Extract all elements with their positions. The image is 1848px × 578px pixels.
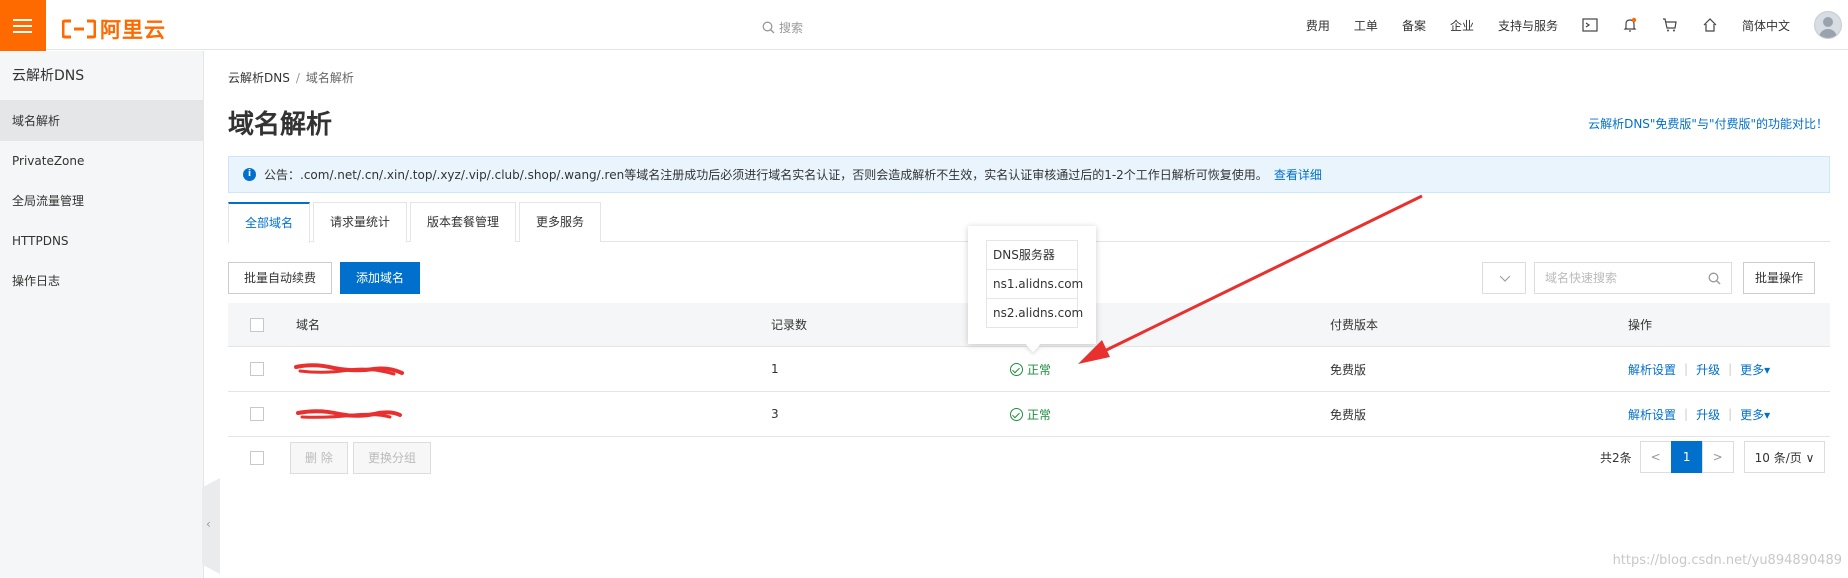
version-text: 免费版 <box>1330 407 1367 422</box>
upgrade-link[interactable]: 升级 <box>1696 406 1720 423</box>
top-nav: 费用 工单 备案 企业 支持与服务 简体中文 <box>1306 0 1848 50</box>
home-icon[interactable] <box>1702 17 1718 33</box>
group-select[interactable] <box>1482 262 1526 294</box>
bell-icon[interactable] <box>1622 17 1638 33</box>
status-badge: 正常 <box>1010 392 1051 436</box>
search-icon <box>1708 272 1721 285</box>
select-all-checkbox[interactable] <box>250 317 264 332</box>
check-circle-icon <box>1010 362 1023 376</box>
avatar[interactable] <box>1814 11 1842 39</box>
global-search-placeholder: 搜索 <box>779 21 804 35</box>
more-dropdown[interactable]: 更多▾ <box>1740 406 1770 423</box>
sidebar: 云解析DNS 域名解析 PrivateZone 全局流量管理 HTTPDNS 操… <box>0 51 204 578</box>
version-text: 免费版 <box>1330 362 1367 377</box>
add-domain-button[interactable]: 添加域名 <box>340 262 421 294</box>
more-dropdown[interactable]: 更多▾ <box>1740 361 1770 378</box>
status-text: 正常 <box>1027 362 1052 377</box>
language-switch[interactable]: 简体中文 <box>1742 17 1790 34</box>
pagination: 共2条 < 1 > 10 条/页 ∨ <box>1600 441 1826 473</box>
notice-text: 公告：.com/.net/.cn/.xin/.top/.xyz/.vip/.cl… <box>264 168 1268 182</box>
domain-search-input[interactable]: 域名快速搜索 <box>1534 262 1732 294</box>
breadcrumb-separator: / <box>295 71 300 85</box>
notice-banner: i 公告：.com/.net/.cn/.xin/.top/.xyz/.vip/.… <box>228 156 1830 193</box>
header-domain: 域名 <box>296 318 321 332</box>
terminal-icon[interactable] <box>1582 17 1598 33</box>
page-size-select[interactable]: 10 条/页 ∨ <box>1743 441 1826 473</box>
global-search[interactable]: 搜索 <box>762 19 803 36</box>
change-group-button[interactable]: 更换分组 <box>353 442 432 474</box>
info-icon: i <box>243 168 256 181</box>
aliyun-logo-icon <box>62 19 96 39</box>
dns-settings-link[interactable]: 解析设置 <box>1628 406 1676 423</box>
header-records: 记录数 <box>771 318 808 332</box>
table-row: 3 正常 免费版 解析设置 | 升级 | 更多▾ <box>228 392 1830 437</box>
domain-search-placeholder: 域名快速搜索 <box>1545 271 1618 285</box>
nav-support[interactable]: 支持与服务 <box>1498 17 1558 34</box>
sidebar-title: 云解析DNS <box>0 51 203 101</box>
dns-server-2: ns2.alidns.com <box>986 299 1083 328</box>
cart-icon[interactable] <box>1662 17 1678 33</box>
tab-more-services[interactable]: 更多服务 <box>519 202 602 242</box>
status-badge: 正常 <box>1010 347 1051 391</box>
upgrade-link[interactable]: 升级 <box>1696 361 1720 378</box>
nav-icp[interactable]: 备案 <box>1402 17 1426 34</box>
version-compare-link[interactable]: 云解析DNS"免费版"与"付费版"的功能对比！ <box>1588 115 1828 132</box>
watermark: https://blog.csdn.net/yu894890489 <box>1612 553 1842 568</box>
header-operations: 操作 <box>1628 318 1653 332</box>
breadcrumb-root[interactable]: 云解析DNS <box>228 71 290 85</box>
status-text: 正常 <box>1027 407 1052 422</box>
next-page-button[interactable]: > <box>1701 441 1734 473</box>
sidebar-item-httpdns[interactable]: HTTPDNS <box>0 221 203 261</box>
row-operations: 解析设置 | 升级 | 更多▾ <box>1628 361 1771 378</box>
dns-server-popover: DNS服务器 ns1.alidns.com ns2.alidns.com <box>968 226 1096 344</box>
prev-page-button[interactable]: < <box>1639 441 1672 473</box>
footer-select-all <box>250 451 264 465</box>
table-row: 1 正常 免费版 解析设置 | 升级 | 更多▾ <box>228 347 1830 392</box>
breadcrumb-current: 域名解析 <box>305 71 354 85</box>
popover-title: DNS服务器 <box>986 240 1078 270</box>
domain-name-redacted[interactable] <box>294 392 404 436</box>
search-icon <box>762 21 775 34</box>
nav-fees[interactable]: 费用 <box>1306 17 1330 34</box>
total-count: 共2条 <box>1600 450 1632 465</box>
batch-operations-button[interactable]: 批量操作 <box>1743 262 1816 294</box>
notice-detail-link[interactable]: 查看详细 <box>1274 166 1322 183</box>
dns-settings-link[interactable]: 解析设置 <box>1628 361 1676 378</box>
top-bar: 阿里云 搜索 费用 工单 备案 企业 支持与服务 简体中文 <box>0 0 1848 52</box>
nav-enterprise[interactable]: 企业 <box>1450 17 1474 34</box>
page-button-1[interactable]: 1 <box>1670 441 1703 473</box>
record-count: 1 <box>771 362 779 376</box>
row-checkbox[interactable] <box>250 407 264 421</box>
tab-package-management[interactable]: 版本套餐管理 <box>410 202 517 242</box>
row-checkbox[interactable] <box>250 362 264 376</box>
tab-request-stats[interactable]: 请求量统计 <box>313 202 408 242</box>
nav-tickets[interactable]: 工单 <box>1354 17 1378 34</box>
redaction-scribble <box>294 363 404 376</box>
delete-button[interactable]: 删 除 <box>290 442 348 474</box>
tab-all-domains[interactable]: 全部域名 <box>228 202 311 243</box>
domain-name-redacted[interactable] <box>294 347 404 391</box>
page-title: 域名解析 <box>228 110 333 140</box>
breadcrumb: 云解析DNS / 域名解析 <box>228 69 354 86</box>
chevron-left-icon: ‹ <box>206 517 211 531</box>
check-circle-icon <box>1010 407 1023 421</box>
sidebar-item-privatezone[interactable]: PrivateZone <box>0 141 203 181</box>
footer-select-all-checkbox[interactable] <box>250 451 264 465</box>
header-version: 付费版本 <box>1330 318 1379 332</box>
batch-auto-renew-button[interactable]: 批量自动续费 <box>228 262 333 294</box>
redaction-scribble <box>296 409 402 419</box>
chevron-down-icon <box>1500 276 1510 282</box>
dns-server-1: ns1.alidns.com <box>986 270 1083 299</box>
record-count: 3 <box>771 407 779 421</box>
aliyun-logo[interactable]: 阿里云 <box>62 14 166 44</box>
hamburger-icon[interactable] <box>0 0 46 52</box>
sidebar-item-operation-log[interactable]: 操作日志 <box>0 261 203 301</box>
sidebar-item-domain-resolution[interactable]: 域名解析 <box>0 101 203 141</box>
logo-text: 阿里云 <box>100 18 166 42</box>
row-operations: 解析设置 | 升级 | 更多▾ <box>1628 406 1771 423</box>
sidebar-item-global-traffic[interactable]: 全局流量管理 <box>0 181 203 221</box>
sidebar-collapse-handle[interactable]: ‹ <box>202 478 220 574</box>
